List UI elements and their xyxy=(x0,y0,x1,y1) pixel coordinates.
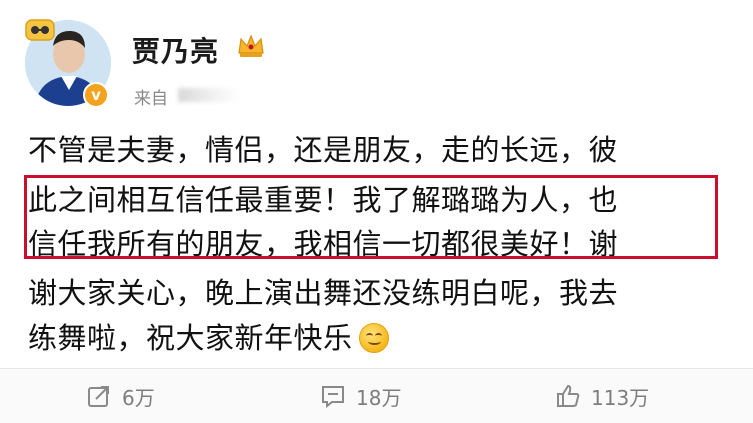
repost-count: 6万 xyxy=(122,385,155,410)
post-text-line: 不管是夫妻，情侣，还是朋友，走的长远，彼 xyxy=(28,133,619,167)
action-bar: 6万 18万 113万 xyxy=(0,369,753,423)
username[interactable]: 贾乃亮 xyxy=(132,30,219,70)
post-source: 来自 xyxy=(134,89,168,109)
post-text-segment: 练舞啦，祝大家新年快乐 xyxy=(28,321,353,355)
repost-icon xyxy=(88,386,109,407)
avatar-container[interactable]: v xyxy=(25,19,111,108)
repost-button[interactable]: 6万 xyxy=(86,369,155,423)
post-text-line: 谢大家关心，晚上演出舞还没练明白呢，我去 xyxy=(28,276,619,310)
like-count: 113万 xyxy=(591,385,650,410)
highlight-box xyxy=(24,175,718,259)
weibo-post: v 贾乃亮 来自 不管是夫妻，情侣，还是朋友，走的长远，彼 此之间相互信任最重要… xyxy=(0,0,753,423)
verified-badge: v xyxy=(83,82,109,108)
smile-emoji-icon xyxy=(358,323,389,353)
source-redacted xyxy=(178,88,240,102)
crown-icon xyxy=(238,34,264,57)
comment-button[interactable]: 18万 xyxy=(320,369,401,423)
like-button[interactable]: 113万 xyxy=(555,369,649,423)
smile-mouth xyxy=(367,338,381,345)
vip-crown-icon xyxy=(25,19,55,41)
post-text-line: 练舞啦，祝大家新年快乐 xyxy=(28,316,389,360)
thumbs-up-icon xyxy=(557,384,580,407)
comment-icon xyxy=(322,386,344,409)
comment-count: 18万 xyxy=(356,385,402,410)
